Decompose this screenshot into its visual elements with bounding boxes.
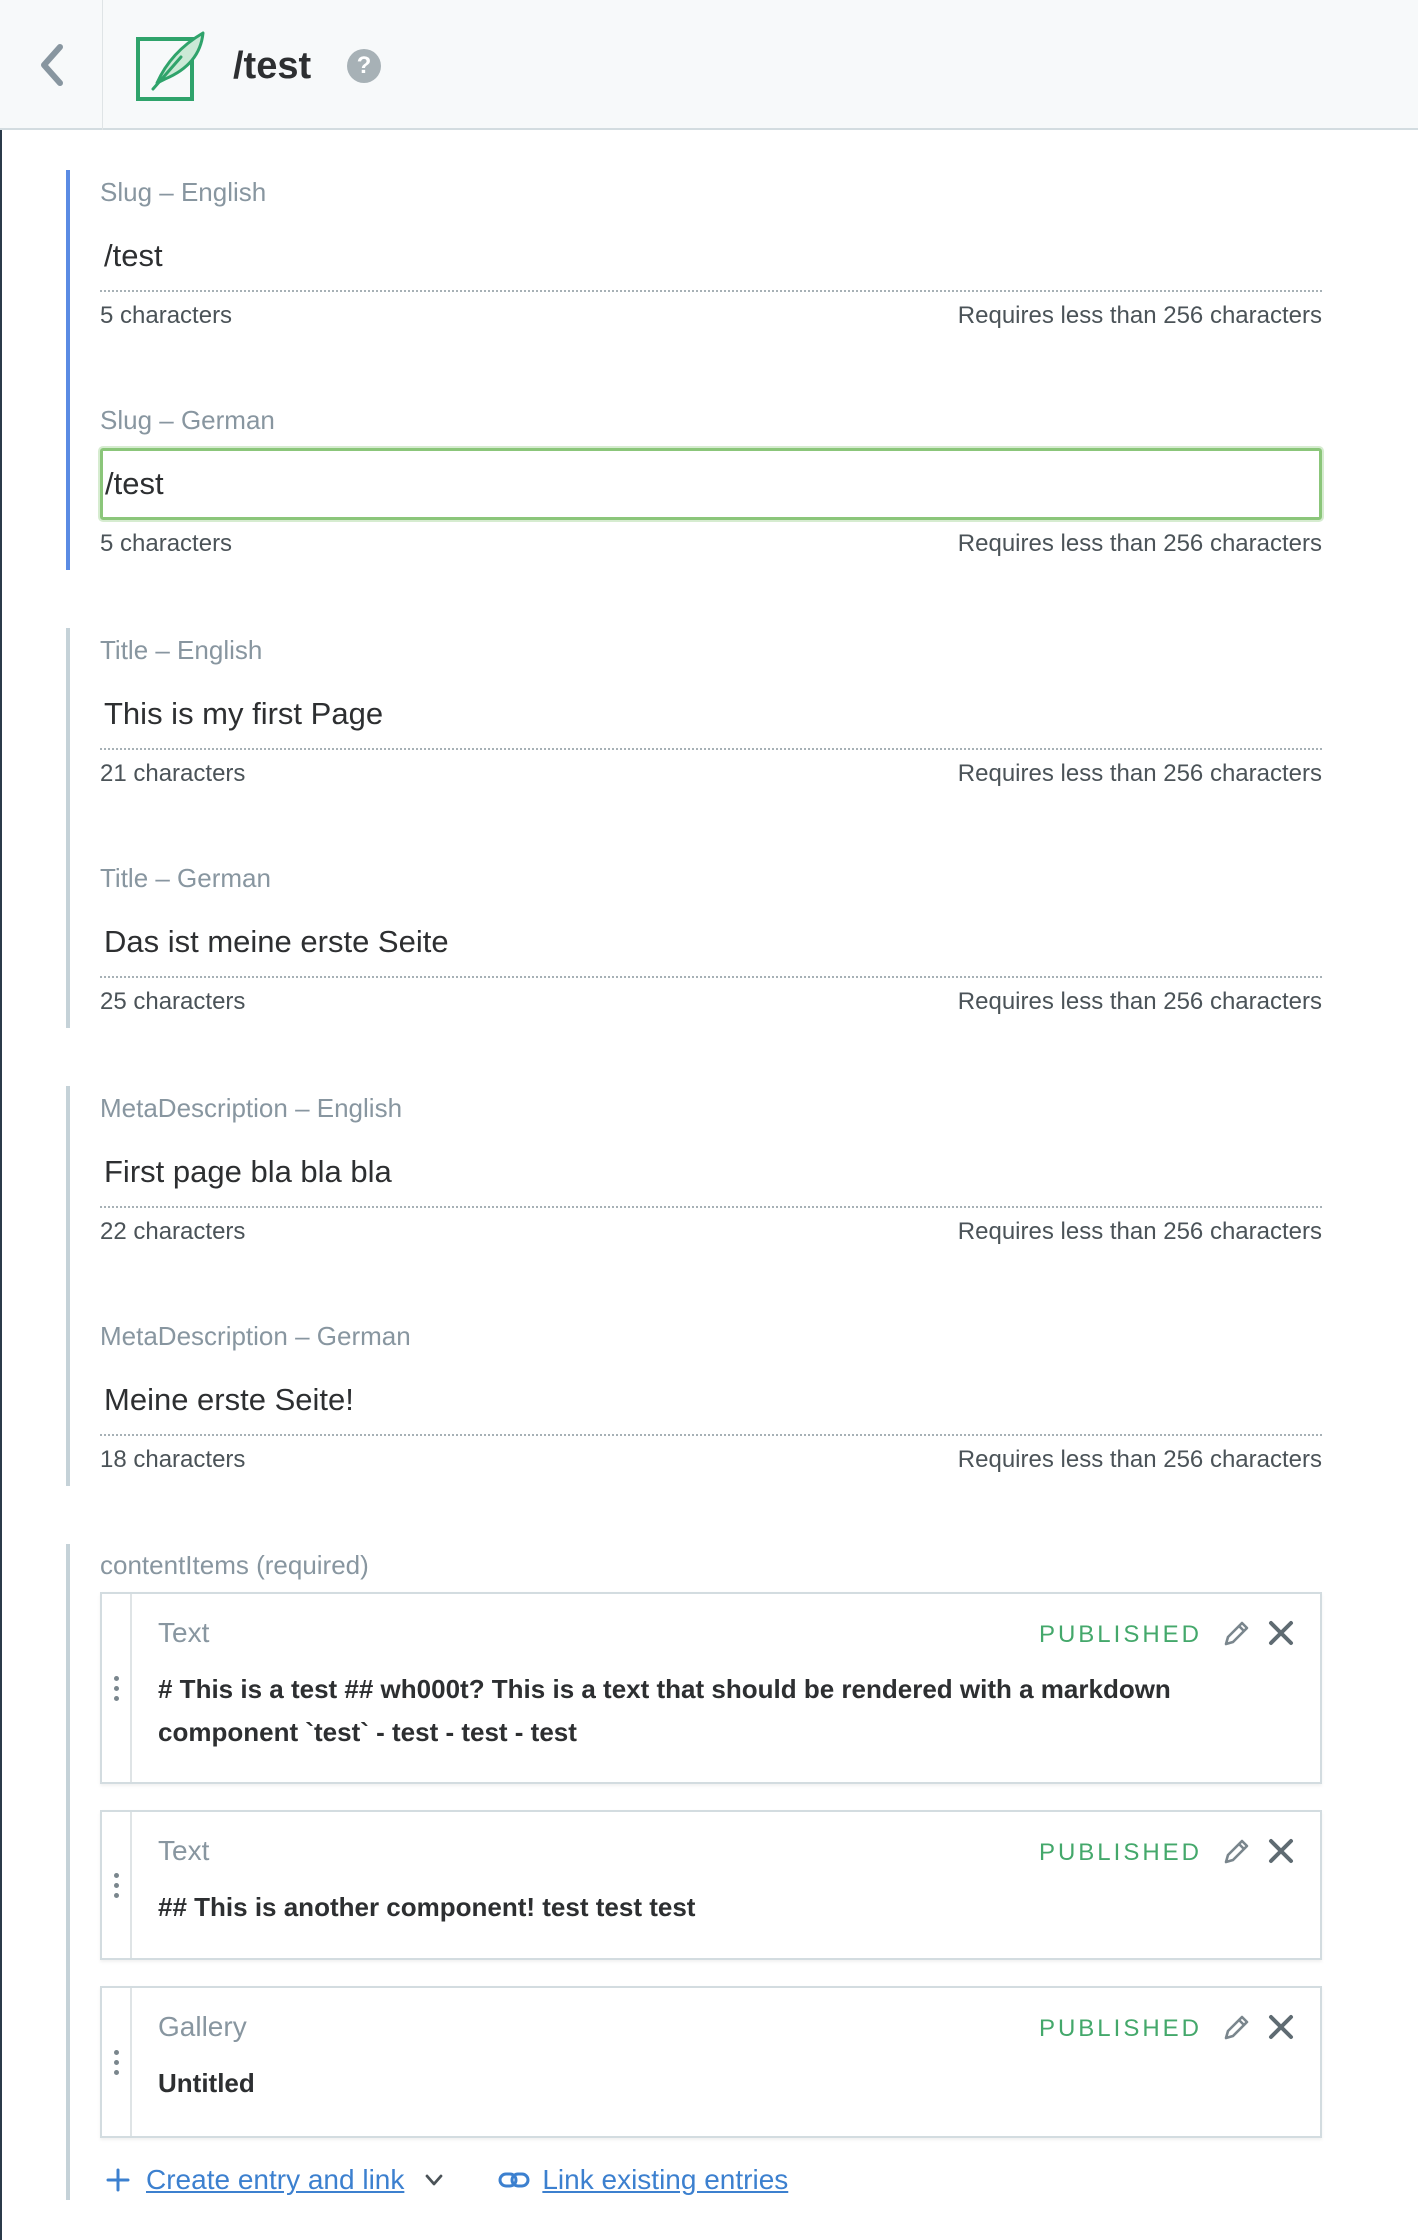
- entry-summary-line: component `test` - test - test - test: [158, 1717, 577, 1747]
- entry-header: /test ?: [0, 0, 1418, 130]
- drag-handle-icon: [113, 2049, 119, 2075]
- slug-group-indicator: [66, 170, 70, 570]
- character-count: 21 characters: [100, 760, 246, 787]
- field-label: MetaDescription – German: [100, 1321, 411, 1351]
- slug-english-input[interactable]: /test: [100, 220, 1322, 292]
- field-label: Title – English: [100, 635, 263, 665]
- title-group-indicator: [66, 628, 70, 1028]
- entry-summary: # This is a test ## wh000t? This is a te…: [158, 1668, 1248, 1754]
- entry-type: Text: [158, 1617, 210, 1648]
- entry-summary-line: Untitled: [158, 2068, 255, 2098]
- title-german-field: Title – German Das ist meine erste Seite…: [100, 862, 1322, 1028]
- meta-description-german-input[interactable]: Meine erste Seite!: [100, 1364, 1322, 1436]
- close-icon[interactable]: [1268, 1620, 1294, 1646]
- meta-description-english-input[interactable]: First page bla bla bla: [100, 1136, 1322, 1208]
- close-icon[interactable]: [1268, 1838, 1294, 1864]
- entry-type: Text: [158, 1835, 210, 1866]
- pencil-icon[interactable]: [1222, 2012, 1252, 2042]
- character-limit: Requires less than 256 characters: [957, 530, 1322, 557]
- status-badge: PUBLISHED: [1038, 1839, 1202, 1866]
- title-english-input[interactable]: This is my first Page: [100, 678, 1322, 750]
- back-button[interactable]: [0, 0, 103, 130]
- page-title: /test: [233, 45, 312, 87]
- pencil-icon[interactable]: [1222, 1618, 1252, 1648]
- character-limit: Requires less than 256 characters: [957, 302, 1322, 329]
- chevron-left-icon: [41, 44, 63, 86]
- drag-handle[interactable]: [102, 1812, 132, 1958]
- character-limit: Requires less than 256 characters: [957, 1446, 1322, 1473]
- content-entry-card[interactable]: Text PUBLISHED # This is a test ## wh000…: [100, 1592, 1322, 1784]
- character-count: 5 characters: [100, 302, 233, 329]
- feather-page-icon: [136, 31, 205, 101]
- drag-handle[interactable]: [102, 1988, 132, 2136]
- title-english-field: Title – English This is my first Page 21…: [100, 634, 1322, 800]
- drag-handle-icon: [113, 1872, 119, 1898]
- content-items-actions: Create entry and link Link existing entr…: [106, 2160, 788, 2200]
- field-meta: 5 characters Requires less than 256 char…: [100, 528, 1322, 560]
- drag-handle-icon: [113, 1675, 119, 1701]
- slug-german-input[interactable]: /test: [100, 448, 1322, 520]
- field-label: Slug – German: [100, 405, 275, 435]
- window-edge: [0, 130, 2, 2240]
- chevron-down-icon[interactable]: [424, 2170, 444, 2190]
- content-items-label: contentItems (required): [100, 1550, 369, 1580]
- title-german-input[interactable]: Das ist meine erste Seite: [100, 906, 1322, 978]
- meta-description-german-field: MetaDescription – German Meine erste Sei…: [100, 1320, 1322, 1486]
- field-label: MetaDescription – English: [100, 1093, 403, 1123]
- slug-english-field: Slug – English /test 5 characters Requir…: [100, 176, 1322, 342]
- character-count: 5 characters: [100, 530, 233, 557]
- link-existing-entries-button[interactable]: Link existing entries: [542, 2160, 788, 2200]
- question-circle-icon[interactable]: ?: [347, 49, 381, 83]
- link-icon: [498, 2172, 530, 2188]
- pencil-icon[interactable]: [1222, 1836, 1252, 1866]
- drag-handle[interactable]: [102, 1594, 132, 1782]
- content-items-group-indicator: [66, 1544, 70, 2200]
- plus-icon: [106, 2168, 130, 2192]
- entry-summary: Untitled: [158, 2062, 1248, 2105]
- field-meta: 21 characters Requires less than 256 cha…: [100, 758, 1322, 790]
- character-limit: Requires less than 256 characters: [957, 988, 1322, 1015]
- character-limit: Requires less than 256 characters: [957, 760, 1322, 787]
- meta-description-english-field: MetaDescription – English First page bla…: [100, 1092, 1322, 1258]
- entry-summary-line: ## This is another component! test test …: [158, 1892, 696, 1922]
- content-entry-card[interactable]: Text PUBLISHED ## This is another compon…: [100, 1810, 1322, 1960]
- character-count: 18 characters: [100, 1446, 246, 1473]
- field-label: Slug – English: [100, 177, 267, 207]
- field-meta: 5 characters Requires less than 256 char…: [100, 300, 1322, 332]
- character-limit: Requires less than 256 characters: [957, 1218, 1322, 1245]
- character-count: 22 characters: [100, 1218, 246, 1245]
- field-meta: 25 characters Requires less than 256 cha…: [100, 986, 1322, 1018]
- slug-german-field: Slug – German /test 5 characters Require…: [100, 404, 1322, 570]
- close-icon[interactable]: [1268, 2014, 1294, 2040]
- create-entry-and-link-button[interactable]: Create entry and link: [146, 2160, 404, 2200]
- field-meta: 18 characters Requires less than 256 cha…: [100, 1444, 1322, 1476]
- entry-type: Gallery: [158, 2011, 247, 2042]
- meta-description-group-indicator: [66, 1086, 70, 1486]
- entry-summary-line: # This is a test ## wh000t? This is a te…: [158, 1674, 1171, 1704]
- field-label: Title – German: [100, 863, 271, 893]
- entry-summary: ## This is another component! test test …: [158, 1886, 1248, 1929]
- status-badge: PUBLISHED: [1038, 1621, 1202, 1648]
- character-count: 25 characters: [100, 988, 246, 1015]
- status-badge: PUBLISHED: [1038, 2015, 1202, 2042]
- field-meta: 22 characters Requires less than 256 cha…: [100, 1216, 1322, 1248]
- content-entry-card[interactable]: Gallery PUBLISHED Untitled: [100, 1986, 1322, 2138]
